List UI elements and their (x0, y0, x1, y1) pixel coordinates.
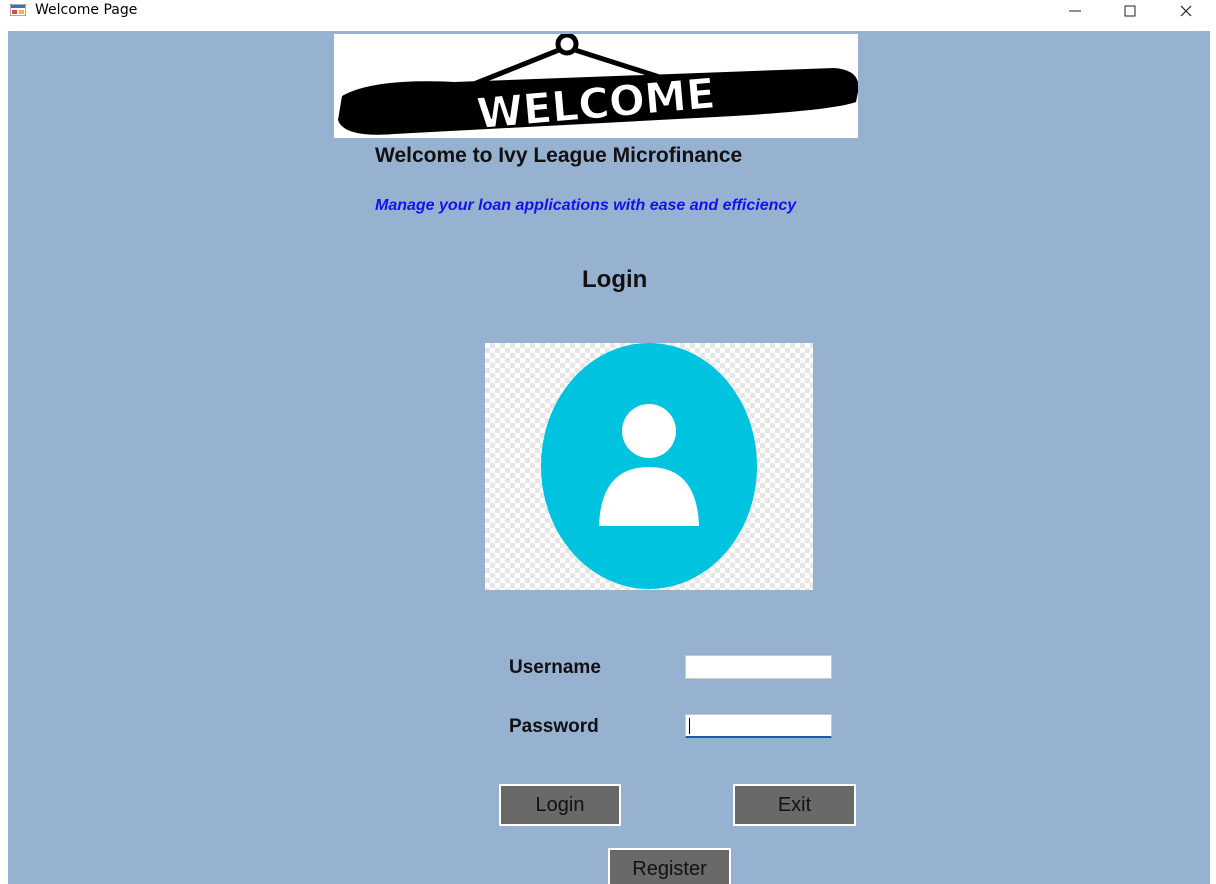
welcome-sign-icon: WELCOME (338, 32, 859, 139)
app-window: Welcome Page WELCOME Welcome to Ivy Leag… (0, 0, 1216, 884)
welcome-banner-text: WELCOME (475, 69, 717, 138)
window-title: Welcome Page (35, 2, 138, 18)
minimize-button[interactable] (1055, 0, 1095, 26)
maximize-icon (1123, 4, 1137, 23)
username-field[interactable] (685, 655, 832, 679)
login-title: Login (582, 266, 648, 293)
login-button[interactable]: Login (499, 784, 621, 826)
app-form-icon (9, 3, 27, 17)
welcome-banner-image: WELCOME (334, 32, 859, 139)
form-client-area: WELCOME Welcome to Ivy League Microfinan… (8, 31, 1210, 884)
text-caret (689, 718, 690, 734)
exit-button[interactable]: Exit (733, 784, 856, 826)
tagline: Manage your loan applications with ease … (375, 197, 797, 214)
welcome-heading: Welcome to Ivy League Microfinance (375, 144, 743, 167)
username-label: Username (509, 657, 601, 678)
title-bar[interactable]: Welcome Page (0, 0, 1216, 31)
maximize-button[interactable] (1110, 0, 1150, 26)
close-button[interactable] (1166, 0, 1206, 26)
user-avatar-image (485, 343, 813, 590)
user-avatar-icon (541, 343, 757, 589)
password-field[interactable] (685, 714, 832, 738)
close-icon (1179, 4, 1193, 23)
minimize-icon (1068, 4, 1082, 23)
register-button[interactable]: Register (608, 848, 731, 884)
password-label: Password (509, 716, 599, 737)
